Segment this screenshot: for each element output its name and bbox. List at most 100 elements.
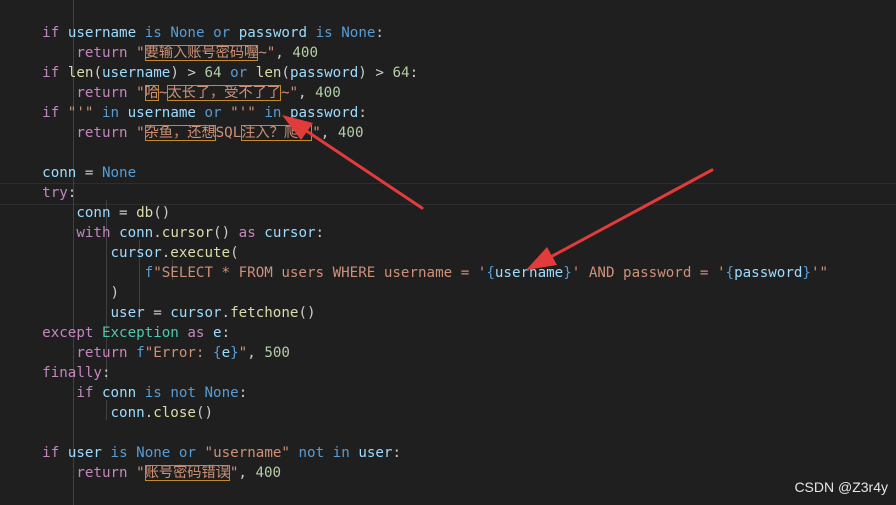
- code-token: "SELECT * FROM users WHERE username = ': [153, 265, 487, 281]
- code-token: '": [810, 265, 829, 281]
- code-line: if len(username) > 64 or len(password) >…: [8, 63, 418, 83]
- code-token: (): [298, 305, 316, 321]
- code-line: f"SELECT * FROM users WHERE username = '…: [8, 263, 828, 283]
- code-token: username: [127, 105, 196, 121]
- code-token: ' AND password = ': [571, 265, 726, 281]
- code-token: with: [76, 225, 111, 241]
- code-token: "username": [204, 445, 290, 461]
- code-token: None: [204, 385, 239, 401]
- code-token: 500: [264, 345, 290, 361]
- code-token: =: [144, 305, 171, 321]
- code-token: =: [76, 165, 102, 181]
- code-token: ,: [275, 45, 293, 61]
- code-token: :: [375, 25, 384, 41]
- code-token: conn: [42, 165, 77, 181]
- code-line: conn = None: [8, 163, 136, 183]
- code-token: 400: [337, 125, 364, 141]
- code-token: .: [161, 245, 171, 261]
- code-token: username: [67, 25, 137, 41]
- code-token: ": [312, 125, 321, 141]
- code-token: 太长了，受不了了: [167, 85, 281, 101]
- code-token: is: [144, 385, 162, 401]
- code-token: as: [238, 225, 256, 241]
- code-token: 杂鱼，还想: [144, 125, 216, 141]
- code-token: ": [127, 465, 145, 481]
- code-token: or: [230, 65, 248, 81]
- watermark: CSDN @Z3r4y: [794, 479, 888, 495]
- code-token: :: [101, 365, 111, 381]
- code-token: in: [332, 445, 350, 461]
- code-token: or: [213, 25, 231, 41]
- code-editor[interactable]: if username is None or password is None:…: [0, 0, 896, 505]
- code-token: ": [238, 345, 248, 361]
- code-line: return f"Error: {e}", 500: [8, 343, 290, 363]
- code-token: 64: [204, 65, 222, 81]
- code-token: if: [76, 385, 94, 401]
- code-token: None: [341, 25, 376, 41]
- code-token: (: [93, 65, 102, 81]
- code-line: if username is None or password is None:: [8, 23, 384, 43]
- code-token: ": [127, 85, 145, 101]
- code-token: f: [144, 265, 154, 281]
- code-token: cursor: [170, 305, 222, 321]
- code-token: 要输入账号密码喔: [144, 45, 259, 61]
- code-token: is: [110, 445, 128, 461]
- code-token: .: [221, 305, 231, 321]
- code-token: username: [494, 265, 564, 281]
- code-token: {: [725, 265, 735, 281]
- code-token: ) >: [358, 65, 393, 81]
- code-token: conn: [110, 405, 145, 421]
- code-token: except: [42, 325, 94, 341]
- code-token: not: [298, 445, 325, 461]
- code-token: }: [563, 265, 572, 281]
- code-token: return: [76, 465, 128, 481]
- code-token: ,: [247, 345, 265, 361]
- code-token: ): [110, 285, 120, 301]
- code-token: conn: [119, 225, 154, 241]
- code-token: is: [315, 25, 333, 41]
- code-token: None: [136, 445, 171, 461]
- code-token: username: [101, 65, 171, 81]
- code-line: return "要输入账号密码喔~", 400: [8, 43, 318, 63]
- code-token: cursor: [110, 245, 162, 261]
- code-token: e: [213, 325, 222, 341]
- code-line: ): [8, 283, 120, 303]
- code-token: ~": [258, 45, 276, 61]
- code-token: password: [734, 265, 803, 281]
- code-token: 64: [392, 65, 410, 81]
- code-token: ": [127, 45, 145, 61]
- code-token: f: [136, 345, 145, 361]
- code-token: finally: [42, 365, 102, 381]
- current-line-highlight: [0, 183, 896, 205]
- code-token: .: [153, 225, 162, 241]
- code-line: with conn.cursor() as cursor:: [8, 223, 324, 243]
- code-token: (): [153, 205, 171, 221]
- code-token: None: [170, 25, 205, 41]
- code-line: if conn is not None:: [8, 383, 247, 403]
- code-token: "'": [59, 105, 102, 121]
- code-token: return: [76, 85, 128, 101]
- code-token: :: [315, 225, 325, 241]
